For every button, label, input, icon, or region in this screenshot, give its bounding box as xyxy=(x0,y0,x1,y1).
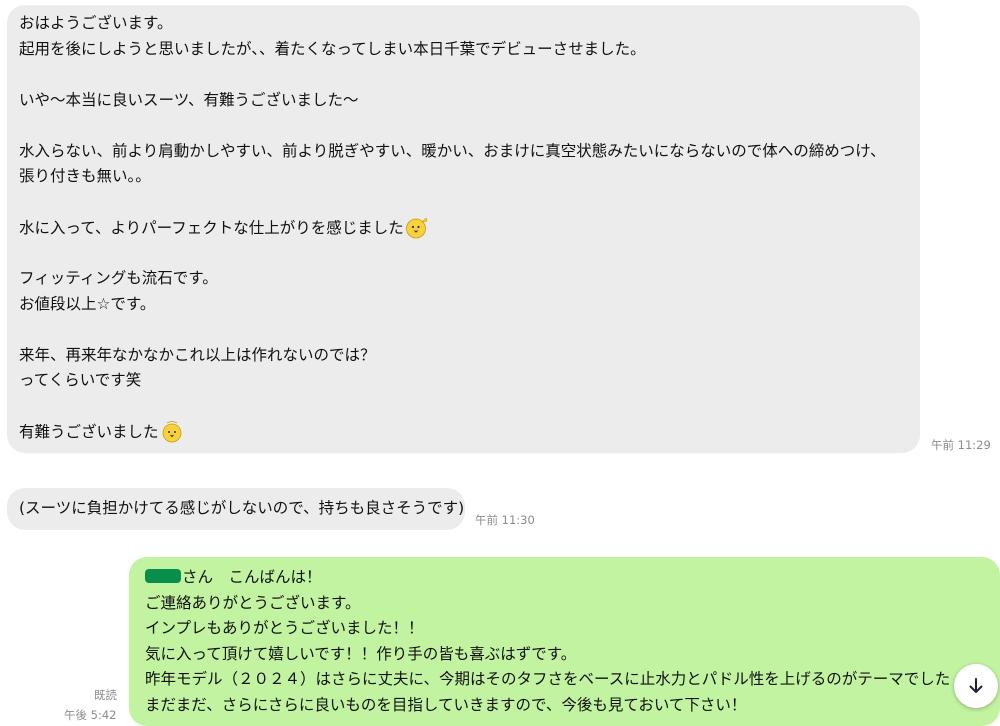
arrow-down-icon xyxy=(969,678,983,693)
message-line: (スーツに負担かけてる感じがしないので、持ちも良さそうです) xyxy=(19,499,465,517)
chick-emoji-icon xyxy=(162,421,181,443)
message-line: ってくらいです笑 xyxy=(19,371,142,389)
message-text: 水に入って、よりパーフェクトな仕上がりを感じました xyxy=(19,219,404,237)
message-line: おはようございます。 xyxy=(19,14,173,32)
incoming-message-bubble[interactable]: おはようございます。 起用を後にしようと思いましたが、、着たくなってしまい本日千… xyxy=(7,5,920,453)
message-line: ご連絡ありがとうございます。 xyxy=(145,593,361,612)
message-timestamp: 午前 11:29 xyxy=(931,438,991,452)
message-line: 張り付きも無い。。 xyxy=(19,167,151,185)
message-line: 有難うございました xyxy=(19,419,920,445)
message-line: インプレもありがとうございました！！ xyxy=(145,619,424,637)
message-line: 昨年モデル（２０２４）はさらに丈夫に、今期はそのタフさをベースに止水力とパドル性… xyxy=(145,670,951,688)
chat-view: おはようございます。 起用を後にしようと思いましたが、、着たくなってしまい本日千… xyxy=(0,0,1000,726)
chick-emoji-icon xyxy=(405,217,428,239)
message-timestamp: 午後 5:42 xyxy=(64,708,117,722)
redacted-name xyxy=(145,569,181,583)
message-line: 起用を後にしようと思いましたが、、着たくなってしまい本日千葉でデビューさせました… xyxy=(19,39,646,58)
message-line: 水に入って、よりパーフェクトな仕上がりを感じました xyxy=(19,215,920,241)
message-line: いや〜本当に良いスーツ、有難うございました〜 xyxy=(19,90,359,109)
message-line: まだまだ、さらにさらに良いものを目指していきますので、今後も見ておいて下さい！ xyxy=(145,695,747,714)
message-line: お値段以上☆です。 xyxy=(19,294,156,313)
read-receipt: 既読 xyxy=(94,688,117,702)
message-line: 来年、再来年なかなかこれ以上は作れないのでは？ xyxy=(19,345,376,364)
message-timestamp: 午前 11:30 xyxy=(475,513,535,527)
scroll-to-bottom-button[interactable] xyxy=(954,664,998,708)
message-line: さん こんばんは！ xyxy=(145,565,1000,591)
message-line: 気に入って頂けて嬉しいです！！作り手の皆も喜ぶはずです。 xyxy=(145,644,577,663)
incoming-message-bubble[interactable]: (スーツに負担かけてる感じがしないので、持ちも良さそうです) xyxy=(7,488,465,530)
message-line: フィッティングも流石です。 xyxy=(19,269,218,287)
message-line: 水入らない、前より肩動かしやすい、前より脱ぎやすい、暖かい、おまけに真空状態みた… xyxy=(19,141,886,160)
greeting-text: さん こんばんは！ xyxy=(182,568,322,586)
outgoing-message-bubble[interactable]: さん こんばんは！ ご連絡ありがとうございます。 インプレもありがとうございまし… xyxy=(129,557,1000,726)
message-text: 有難うございました xyxy=(19,423,159,441)
